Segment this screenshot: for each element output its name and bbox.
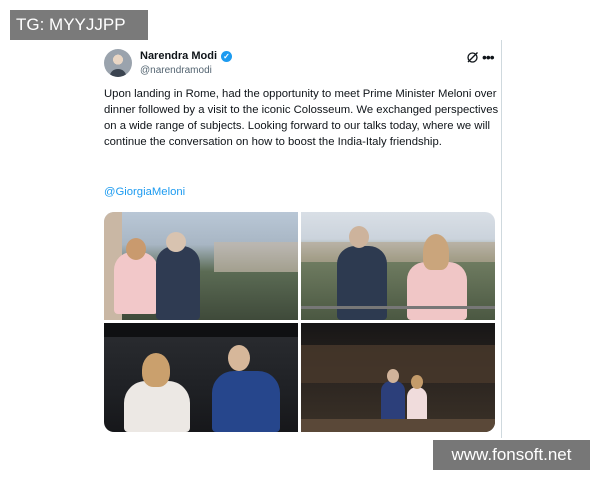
watermark-bottom-right: www.fonsoft.net	[433, 440, 590, 470]
photo-car-interior[interactable]	[104, 323, 298, 432]
railing	[301, 306, 495, 309]
avatar[interactable]	[104, 49, 132, 77]
person-figure	[212, 371, 280, 432]
author-name-row: Narendra Modi ✓	[140, 50, 233, 62]
post-text: Upon landing in Rome, had the opportunit…	[104, 88, 499, 148]
person-figure	[156, 246, 200, 320]
post-header: Narendra Modi ✓ @narendramodi •••	[104, 47, 496, 83]
person-head	[387, 369, 399, 383]
grok-icon[interactable]	[466, 51, 479, 67]
city-background	[214, 242, 298, 272]
photo-grid	[104, 212, 495, 432]
more-options-icon[interactable]: •••	[482, 49, 495, 65]
author-name[interactable]: Narendra Modi	[140, 50, 217, 62]
person-head	[142, 353, 170, 387]
person-head	[349, 226, 369, 248]
mention-link[interactable]: @GiorgiaMeloni	[104, 186, 185, 198]
person-head	[423, 234, 449, 270]
person-head	[126, 238, 146, 260]
person-figure	[124, 381, 190, 432]
photo-colosseum-night[interactable]	[301, 323, 495, 432]
car-roof	[104, 323, 298, 337]
verified-badge-icon: ✓	[221, 50, 233, 62]
person-head	[166, 232, 186, 252]
person-head	[228, 345, 250, 371]
photo-rome-balcony[interactable]	[301, 212, 495, 320]
timeline-divider	[501, 40, 502, 438]
person-figure	[407, 262, 467, 320]
photo-rome-terrace[interactable]	[104, 212, 298, 320]
watermark-top-left: TG: MYYJJPP	[10, 10, 148, 40]
city-background	[301, 242, 495, 262]
person-head	[411, 375, 423, 389]
person-figure	[114, 252, 158, 314]
ground	[301, 419, 495, 432]
author-handle[interactable]: @narendramodi	[140, 65, 212, 76]
